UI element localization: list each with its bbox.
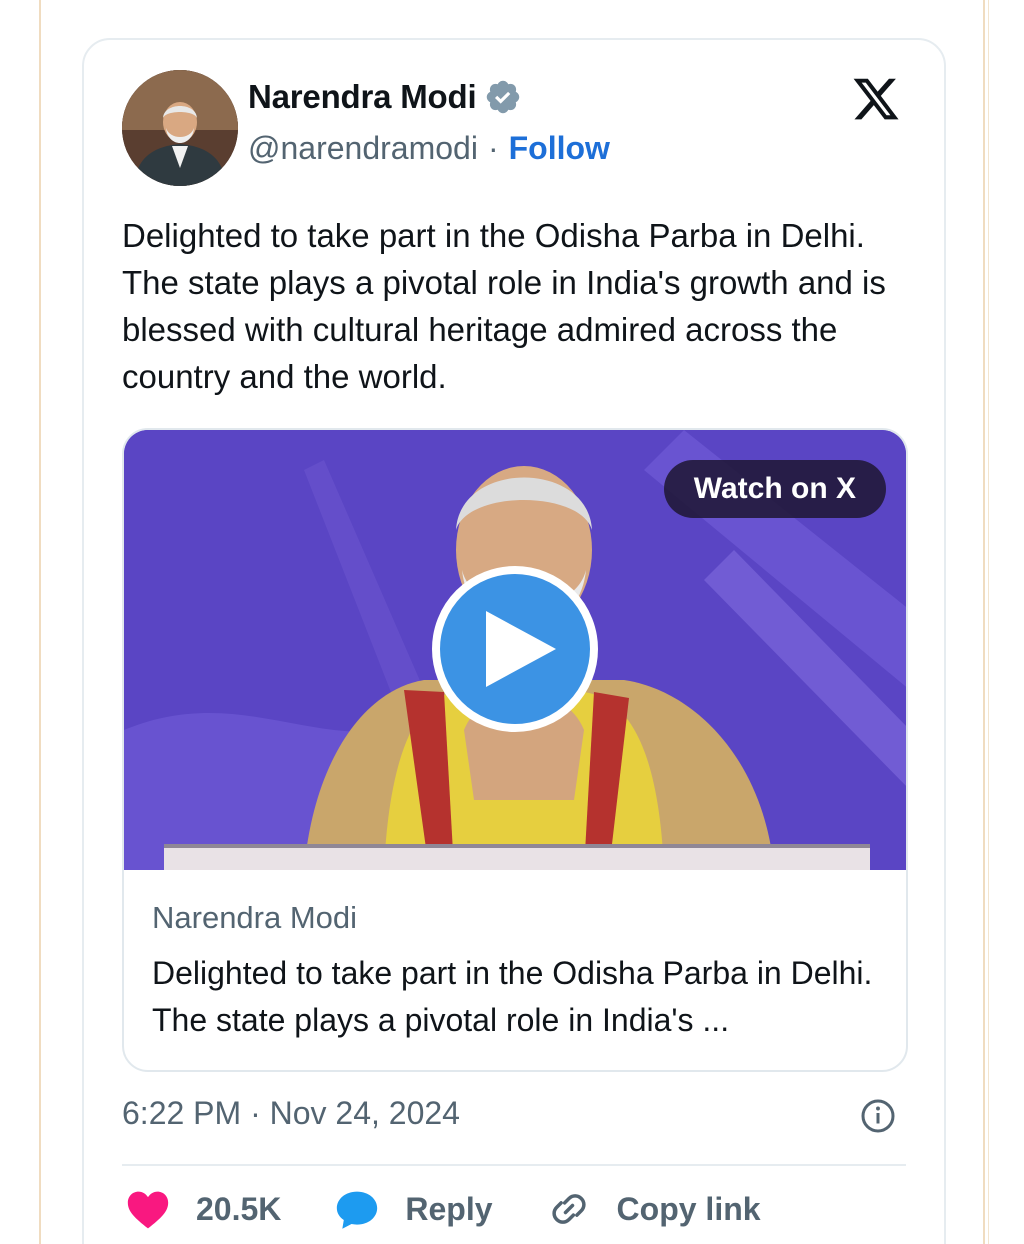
watch-on-x-button[interactable]: Watch on X: [663, 460, 886, 518]
play-icon: [486, 611, 556, 687]
tweet-text: Delighted to take part in the Odisha Par…: [122, 217, 886, 395]
left-border: [39, 0, 41, 1244]
media-card-name: Narendra Modi: [152, 900, 358, 935]
tweet-embed-card[interactable]: Narendra Modi @narendramodi · Follow Del…: [82, 38, 946, 1244]
right-border-inner: [988, 0, 989, 1244]
author-name-row: Narendra Modi: [248, 78, 522, 116]
author-handle[interactable]: @narendramodi: [248, 130, 478, 167]
right-border: [983, 0, 985, 1244]
reply-bubble-icon: [337, 1191, 378, 1229]
verified-badge-icon: [487, 80, 520, 114]
media-card-description: Delighted to take part in the Odisha Par…: [152, 955, 873, 1038]
follow-button[interactable]: Follow: [509, 130, 610, 167]
play-button[interactable]: [432, 566, 598, 732]
video-player[interactable]: Watch on X: [124, 430, 906, 870]
copy-link-label: Copy link: [616, 1190, 761, 1227]
reply-label: Reply: [405, 1190, 493, 1227]
media-card[interactable]: Watch on X Narendra Modi Delighted to ta…: [122, 428, 908, 1072]
avatar-image: [122, 70, 238, 186]
heart-icon: [127, 1191, 169, 1229]
info-icon[interactable]: [860, 1098, 896, 1134]
tweet-timestamp[interactable]: 6:22 PM · Nov 24, 2024: [122, 1095, 460, 1132]
avatar[interactable]: [122, 70, 238, 186]
copy-link-button[interactable]: Copy link: [547, 1188, 761, 1230]
divider: [122, 1164, 906, 1166]
like-count: 20.5K: [196, 1190, 282, 1227]
separator-dot: ·: [487, 130, 499, 166]
action-bar: 20.5K Reply Copy link: [126, 1188, 815, 1230]
author-handle-row: @narendramodi · Follow: [248, 130, 610, 167]
x-logo-icon[interactable]: [850, 74, 902, 124]
author-name[interactable]: Narendra Modi: [248, 78, 477, 116]
reply-button[interactable]: Reply: [335, 1188, 493, 1230]
link-icon: [551, 1194, 586, 1224]
page: Narendra Modi @narendramodi · Follow Del…: [0, 0, 1024, 1244]
media-footer: Narendra Modi Delighted to take part in …: [124, 870, 906, 1044]
like-button[interactable]: 20.5K: [126, 1188, 281, 1230]
